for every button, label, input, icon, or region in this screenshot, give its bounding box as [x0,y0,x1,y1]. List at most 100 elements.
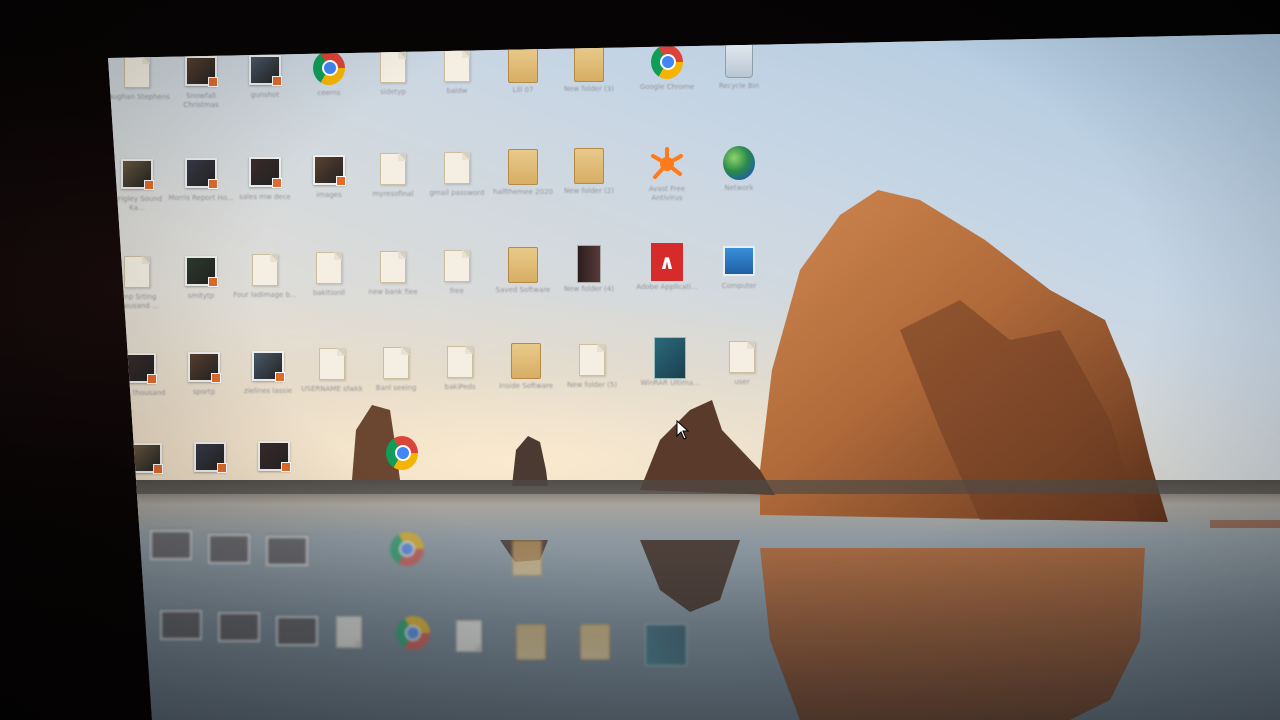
icon-label: Lill 07 [512,85,534,94]
thumb-glyph-icon [193,441,227,473]
folder-icon-4[interactable]: New folder (2) [556,147,622,236]
doc-glyph-icon [313,252,345,285]
icon-label: gmail password [429,189,485,197]
icon-label: Snowfall Christmas [183,91,219,109]
globe-glyph-icon [723,146,755,181]
folder-icon-5[interactable]: Saved Software [490,246,556,335]
icon-label: bakiPeds [444,383,476,391]
doc-icon-2[interactable]: sidetyp [360,51,426,137]
folder-icon-1[interactable]: Lill 07 [490,46,556,135]
doc-glyph-icon [377,51,409,84]
icon-label: myresofinal [372,190,414,199]
doc-icon-3[interactable]: baldw [424,50,490,136]
icon-label: Computer [721,282,757,291]
icon-label: sportp [192,387,216,396]
desktop-reflection-layer [108,520,1280,720]
reflected-icon [276,616,318,646]
thumb-glyph-icon [252,350,286,382]
doc-icon-5[interactable]: gmail password [424,152,490,238]
thumb-glyph-icon [188,351,222,383]
user-folder-icon[interactable]: user [709,341,775,427]
folder-icon-2[interactable]: New folder (3) [556,45,622,134]
network-globe-icon[interactable]: Network [706,146,772,233]
doc-icon-14[interactable]: New folder (5) [559,343,625,430]
folder-glyph-icon [510,342,542,379]
doc-icon-10[interactable]: free [424,250,490,336]
icon-label: Banl seeing [375,384,417,393]
doc-icon-1[interactable]: Vaughan Stephens [104,56,170,142]
thumb-glyph-icon [257,440,291,472]
folder-icon-3[interactable]: halfthemee 2020 [490,148,556,237]
folder-icon-6[interactable]: Inside Software [493,342,559,431]
recycle-bin-icon[interactable]: Recycle Bin [706,44,772,131]
icon-label: smitytp [187,291,215,300]
doc-icon-13[interactable]: bakiPeds [427,346,493,432]
computer-icon[interactable]: Computer [706,245,772,331]
chrome-icon-1[interactable]: ceerns [296,51,362,138]
icon-label: USERNAME sfwkk [301,385,363,394]
doc-icon-7[interactable]: Four ladimage b... [232,253,298,340]
doc-glyph-icon [377,251,409,284]
video-thumb-icon-5[interactable]: sales mw dece [232,156,298,242]
icon-label: sidetyp [380,88,406,97]
reflected-icon [516,624,546,660]
image-thumb-icon-1[interactable]: images [296,154,362,240]
adobe-glyph-icon: ∧ [651,243,683,282]
reflected-icon [160,610,202,640]
video-thumb-icon-2[interactable]: gunshot [232,54,298,140]
thumb-glyph-icon [313,154,346,187]
folder-glyph-icon [507,148,539,185]
icon-label: images [316,191,342,200]
icon-label: user [734,378,750,387]
folder-glyph-icon [507,246,539,283]
folder-glyph-icon [573,147,605,184]
doc-glyph-icon [441,152,473,184]
reflected-icon [208,534,250,564]
video-thumb-icon-8[interactable]: sportp [171,351,237,437]
icon-label: New folder (4) [564,284,614,293]
icon-label: ceerns [317,89,341,98]
bin-glyph-icon [723,44,755,79]
icon-label: bakitionll [312,289,346,298]
icon-label: Morris Report Ho... [168,193,234,202]
icon-label: Inside Software [499,381,554,390]
thumb-glyph-icon [249,156,282,188]
thumb-glyph-icon [121,158,154,190]
icon-label: Vaughan Stephens [104,93,170,101]
video-thumb-icon-9[interactable]: zielines lassie [235,350,301,436]
chrome-icon-2[interactable]: Google Chrome [634,45,700,132]
icon-label: Avast Free Antivirus [648,185,686,203]
icon-label: free [450,287,464,295]
doc-glyph-icon [441,50,473,82]
reflected-icon [645,624,687,666]
doc-icon-8[interactable]: bakitionll [296,252,362,338]
video-thumb-icon-6[interactable]: smitytp [168,255,234,341]
doc-icon-11[interactable]: USERNAME sfwkk [299,348,365,434]
avast-icon[interactable]: Avast Free Antivirus [634,147,700,234]
icon-label: New folder (5) [567,380,618,389]
adobe-icon[interactable]: ∧ Adobe Applicati... [634,243,700,332]
video-thumb-icon-1[interactable]: Snowfall Christmas [168,55,234,141]
video-thumb-icon-11[interactable] [177,441,243,527]
video-thumb-icon-12[interactable] [241,440,307,526]
doc-icon-12[interactable]: Banl seeing [363,347,429,433]
doc-icon-9[interactable]: new bank fiee [360,251,426,337]
chrome-glyph-icon [651,45,683,80]
thumb-glyph-icon [185,255,218,287]
app-glyph-icon [654,337,687,380]
doc-icon-4[interactable]: myresofinal [360,153,426,239]
icon-label: Saved Software [495,285,551,294]
reflected-icon [456,620,482,652]
thumb-glyph-icon [249,54,282,86]
doc-glyph-icon [444,346,476,378]
book-glyph-icon [573,244,605,283]
app-icon-1[interactable]: WinRAR Ultima... [637,337,703,428]
chrome-icon-3[interactable] [369,436,435,523]
reflected-icon [390,532,424,566]
video-thumb-icon-4[interactable]: Morris Report Ho... [168,157,234,243]
book-icon[interactable]: New folder (4) [556,244,622,334]
folder-glyph-icon [507,46,539,83]
icon-label: baldw [446,87,468,95]
doc-glyph-icon [249,253,281,286]
chrome-glyph-icon [385,436,418,471]
